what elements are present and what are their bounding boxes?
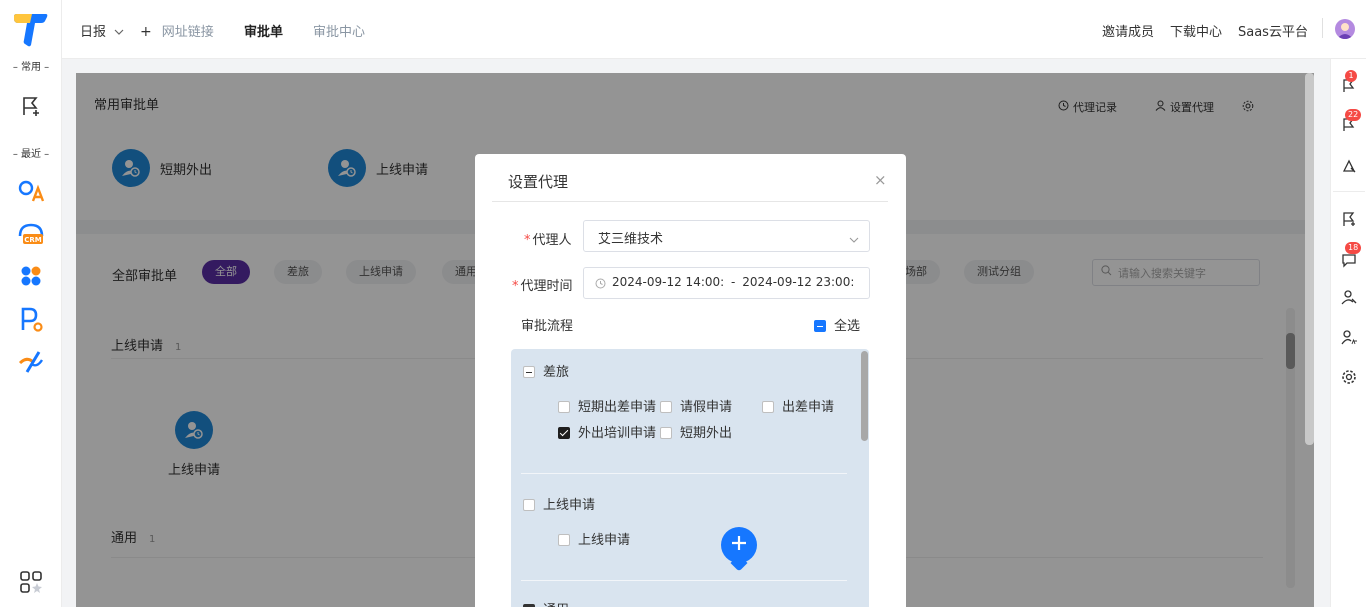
range-separator: -	[731, 275, 736, 289]
checkbox[interactable]	[762, 400, 774, 413]
flow-checkbox[interactable]: 短期外出	[660, 422, 732, 441]
notification-badge: 1	[1345, 70, 1357, 82]
end-time: 2024-09-12 23:00:	[742, 275, 855, 289]
recent-section-label: – 最近 –	[12, 149, 50, 160]
proxy-time-label: * 代理时间	[512, 279, 573, 294]
checkbox-indeterminate[interactable]	[523, 603, 535, 607]
set-proxy-modal: 设置代理 × * 代理人 艾三维技术 * 代理时间 2024-09-12 14:00…	[475, 154, 906, 607]
app-center-icon[interactable]	[17, 568, 45, 596]
flow-checkbox[interactable]: 出差申请	[762, 396, 834, 415]
flow-checkbox[interactable]: 上线申请	[558, 529, 630, 548]
checkbox[interactable]	[523, 498, 535, 511]
download-center-link[interactable]: 下载中心	[1170, 21, 1222, 40]
flow-checkbox[interactable]: 短期出差申请	[558, 396, 656, 415]
divider	[1333, 191, 1365, 192]
list-scrollbar[interactable]	[861, 351, 868, 441]
checkbox[interactable]	[660, 426, 672, 439]
select-all-checkbox[interactable]: 全选	[814, 315, 860, 334]
flow-checkbox[interactable]: 外出培训申请	[558, 422, 656, 441]
group-checkbox[interactable]: 差旅	[523, 361, 569, 380]
flow-label: 请假申请	[680, 400, 733, 415]
group-checkbox[interactable]: 上线申请	[523, 494, 595, 513]
group-label: 差旅	[543, 365, 570, 380]
app-logo-icon[interactable]	[12, 12, 50, 48]
close-icon[interactable]: ×	[874, 171, 887, 189]
user-proxy-icon[interactable]	[1339, 287, 1359, 307]
checkbox[interactable]	[558, 533, 570, 546]
divider	[492, 201, 888, 202]
oa-app-icon[interactable]	[17, 176, 45, 204]
proxy-person-label: * 代理人	[524, 233, 572, 248]
chevron-down-icon	[114, 25, 124, 40]
checkbox[interactable]	[660, 400, 672, 413]
user-avatar[interactable]	[1335, 19, 1355, 39]
flow-checkbox[interactable]: 请假申请	[660, 396, 732, 415]
saas-platform-link[interactable]: Saas云平台	[1238, 21, 1308, 40]
apps-grid-color-icon[interactable]	[17, 262, 45, 290]
divider	[1322, 18, 1323, 38]
approval-flow-label: 审批流程	[521, 319, 574, 334]
flag-add-icon[interactable]	[1339, 209, 1359, 229]
flow-label: 外出培训申请	[578, 426, 657, 441]
group-checkbox[interactable]: 通用	[523, 599, 569, 607]
group-label: 通用	[543, 603, 569, 607]
user-ad-icon[interactable]	[1339, 327, 1359, 347]
common-section-label: – 常用 –	[12, 62, 50, 73]
tab-daily-report-label: 日报	[80, 25, 107, 40]
start-time: 2024-09-12 14:00:	[612, 275, 725, 289]
clock-icon	[595, 278, 606, 292]
approval-done-icon[interactable]	[1339, 156, 1359, 176]
select-all-label: 全选	[834, 319, 861, 334]
flow-label: 短期外出	[680, 426, 733, 441]
main-scrollbar[interactable]	[1305, 73, 1314, 445]
floating-add-button[interactable]	[721, 527, 757, 563]
p-app-icon[interactable]	[17, 305, 45, 333]
checkbox-indeterminate[interactable]	[523, 365, 535, 378]
tab-daily-report[interactable]: 日报	[80, 21, 124, 40]
flow-label: 出差申请	[782, 400, 835, 415]
proxy-person-select[interactable]: 艾三维技术	[583, 220, 870, 252]
link-app-icon[interactable]	[17, 348, 45, 376]
flow-label: 短期出差申请	[578, 400, 657, 415]
crm-app-icon[interactable]: CRM	[17, 220, 45, 248]
proxy-person-value: 艾三维技术	[598, 232, 664, 247]
divider	[521, 473, 847, 474]
checkbox-checked[interactable]	[558, 426, 570, 439]
tab-approval-forms[interactable]: 审批单	[244, 21, 283, 40]
notification-badge: 18	[1345, 242, 1362, 254]
tab-approval-center[interactable]: 审批中心	[313, 21, 365, 40]
divider	[521, 580, 847, 581]
plus-icon: +	[140, 24, 152, 40]
checkbox[interactable]	[558, 400, 570, 413]
tab-url-links[interactable]: + 网址链接	[140, 21, 214, 40]
left-rail: – 常用 – – 最近 – CRM	[0, 0, 62, 607]
right-rail: 1 22 18	[1330, 59, 1366, 607]
approval-flow-list: 差旅 短期出差申请 请假申请 出差申请 外出培训申请 短期外出 上线申请 上线申…	[511, 349, 869, 607]
invite-members-link[interactable]: 邀请成员	[1102, 21, 1154, 40]
modal-title: 设置代理	[508, 173, 569, 191]
plus-icon	[730, 534, 748, 556]
notification-badge: 22	[1345, 109, 1362, 121]
flag-add-icon[interactable]	[17, 92, 45, 120]
checkbox-indeterminate[interactable]	[814, 319, 826, 332]
settings-gear-icon[interactable]	[1339, 367, 1359, 387]
tab-url-links-label: 网址链接	[161, 25, 214, 40]
svg-text:CRM: CRM	[24, 236, 42, 244]
top-bar: 日报 + 网址链接 审批单 审批中心 邀请成员 下载中心 Saas云平台	[62, 0, 1366, 59]
proxy-time-range-input[interactable]: 2024-09-12 14:00: - 2024-09-12 23:00:	[583, 267, 870, 299]
chevron-down-icon	[849, 233, 859, 248]
flow-label: 上线申请	[578, 533, 631, 548]
group-label: 上线申请	[543, 498, 596, 513]
